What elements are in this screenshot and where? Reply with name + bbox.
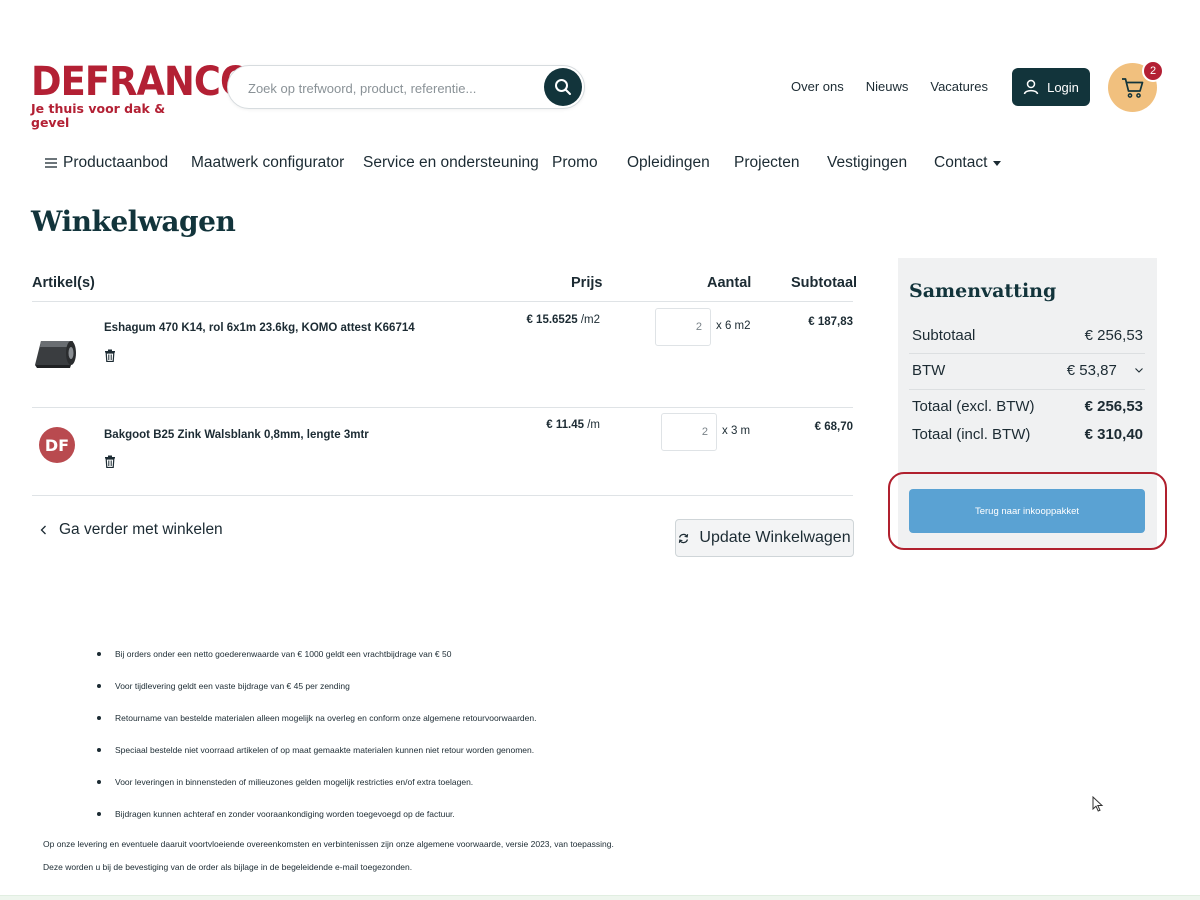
nav-opleidingen[interactable]: Opleidingen — [627, 154, 734, 172]
top-link-over-ons[interactable]: Over ons — [791, 79, 844, 94]
legal-text: Op onze levering en eventuele daaruit vo… — [43, 839, 614, 849]
legal-text: Deze worden u bij de bevestiging van de … — [43, 862, 413, 872]
col-header-subtotal: Subtotaal — [791, 275, 858, 291]
page-title: Winkelwagen — [31, 205, 236, 238]
price-value: € 11.45 — [546, 419, 585, 431]
summary-subtotal-label: Subtotaal — [912, 327, 976, 344]
top-link-vacatures[interactable]: Vacatures — [930, 79, 988, 94]
page-footer-edge — [0, 895, 1200, 900]
summary-divider — [909, 389, 1145, 390]
summary-incl-value: € 310,40 — [1084, 426, 1143, 443]
nav-label: Projecten — [734, 154, 800, 171]
summary-total-excl-row: Totaal (excl. BTW) € 256,53 — [912, 398, 1143, 415]
login-label: Login — [1047, 79, 1079, 95]
nav-label: Service en ondersteuning — [363, 154, 539, 171]
list-item: Retourname van bestelde materialen allee… — [95, 713, 536, 745]
list-item: Speciaal bestelde niet voorraad artikele… — [95, 745, 536, 777]
summary-total-incl-row: Totaal (incl. BTW) € 310,40 — [912, 426, 1143, 443]
summary-subtotal-row: Subtotaal € 256,53 — [912, 327, 1143, 344]
list-item: Bijdragen kunnen achteraf en zonder voor… — [95, 809, 536, 841]
continue-shopping-link[interactable]: Ga verder met winkelen — [40, 521, 223, 539]
nav-label: Promo — [552, 154, 598, 171]
trash-icon[interactable] — [104, 349, 116, 362]
nav-productaanbod[interactable]: Productaanbod — [45, 154, 191, 172]
nav-service[interactable]: Service en ondersteuning — [363, 154, 552, 172]
quantity-input[interactable] — [661, 413, 717, 451]
nav-contact[interactable]: Contact — [934, 154, 1002, 172]
summary-subtotal-value: € 256,53 — [1084, 327, 1143, 344]
summary-btw-value: € 53,87 — [1066, 362, 1117, 379]
table-divider — [32, 301, 853, 302]
nav-label: Opleidingen — [627, 154, 710, 171]
refresh-icon — [679, 533, 689, 543]
table-divider — [32, 495, 853, 496]
list-item: Voor tijdlevering geldt een vaste bijdra… — [95, 681, 536, 713]
summary-excl-value: € 256,53 — [1084, 398, 1143, 415]
back-to-purchase-package-button[interactable]: Terug naar inkooppakket — [909, 489, 1145, 533]
trash-icon[interactable] — [104, 455, 116, 468]
summary-btw-value-wrap: € 53,87 — [1067, 362, 1143, 379]
product-name[interactable]: Eshagum 470 K14, rol 6x1m 23.6kg, KOMO a… — [104, 322, 415, 334]
user-icon — [1023, 79, 1039, 95]
table-divider — [32, 407, 853, 408]
brand-logo[interactable]: DEFRANCQ Je thuis voor dak & gevel — [31, 59, 251, 130]
cart-icon — [1121, 77, 1143, 98]
search-bar — [227, 65, 585, 109]
nav-label: Productaanbod — [63, 154, 169, 171]
main-navigation: Productaanbod Maatwerk configurator Serv… — [45, 154, 1002, 172]
top-links: Over ons Nieuws Vacatures — [791, 79, 988, 94]
cart-count-badge: 2 — [1142, 60, 1164, 82]
nav-promo[interactable]: Promo — [552, 154, 627, 172]
nav-maatwerk-configurator[interactable]: Maatwerk configurator — [191, 154, 363, 172]
nav-projecten[interactable]: Projecten — [734, 154, 827, 172]
price-unit: /m — [587, 419, 600, 431]
product-image-placeholder[interactable]: DF — [38, 426, 76, 464]
summary-title: Samenvatting — [909, 280, 1057, 302]
product-name[interactable]: Bakgoot B25 Zink Walsblank 0,8mm, lengte… — [104, 429, 369, 441]
delivery-notes: Bij orders onder een netto goederenwaard… — [95, 649, 536, 841]
quantity-unit: x 3 m — [722, 425, 751, 437]
unit-price: € 15.6525 /m2 — [520, 314, 600, 326]
price-unit: /m2 — [580, 314, 600, 326]
top-link-nieuws[interactable]: Nieuws — [866, 79, 909, 94]
nav-label: Contact — [934, 154, 988, 171]
update-cart-button[interactable]: Update Winkelwagen — [675, 519, 854, 557]
logo-tagline: Je thuis voor dak & gevel — [31, 101, 166, 130]
summary-btw-row[interactable]: BTW € 53,87 — [912, 362, 1143, 379]
price-value: € 15.6525 — [526, 314, 578, 326]
list-item: Voor leveringen in binnensteden of milie… — [95, 777, 536, 809]
caret-down-icon — [993, 160, 1002, 166]
update-cart-label: Update Winkelwagen — [699, 529, 851, 546]
col-header-article: Artikel(s) — [32, 275, 95, 291]
summary-excl-label: Totaal (excl. BTW) — [912, 398, 1035, 415]
placeholder-logo-text: DF — [45, 436, 69, 455]
chevron-down-icon[interactable] — [1135, 364, 1143, 376]
search-icon — [555, 79, 571, 95]
summary-incl-label: Totaal (incl. BTW) — [912, 426, 1031, 443]
quantity-unit: x 6 m2 — [716, 320, 751, 332]
summary-btw-label: BTW — [912, 362, 946, 379]
summary-divider — [909, 353, 1145, 354]
col-header-qty: Aantal — [707, 275, 752, 291]
col-header-price: Prijs — [571, 275, 603, 291]
search-button[interactable] — [544, 68, 582, 106]
product-image-roofing-roll[interactable] — [33, 335, 77, 371]
nav-label: Vestigingen — [827, 154, 908, 171]
order-summary: Samenvatting Subtotaal € 256,53 BTW € 53… — [898, 258, 1157, 548]
chevron-left-icon — [40, 525, 46, 535]
hamburger-icon — [45, 158, 57, 168]
search-input[interactable] — [248, 76, 528, 100]
nav-label: Maatwerk configurator — [191, 154, 345, 171]
login-button[interactable]: Login — [1012, 68, 1090, 106]
logo-wordmark: DEFRANCQ — [31, 59, 251, 105]
unit-price: € 11.45 /m — [520, 419, 600, 431]
continue-shopping-label: Ga verder met winkelen — [59, 521, 223, 538]
line-subtotal: € 187,83 — [808, 316, 853, 328]
quantity-input[interactable] — [655, 308, 711, 346]
line-subtotal: € 68,70 — [814, 421, 853, 433]
mouse-cursor-icon — [1092, 796, 1104, 812]
nav-vestigingen[interactable]: Vestigingen — [827, 154, 934, 172]
list-item: Bij orders onder een netto goederenwaard… — [95, 649, 536, 681]
